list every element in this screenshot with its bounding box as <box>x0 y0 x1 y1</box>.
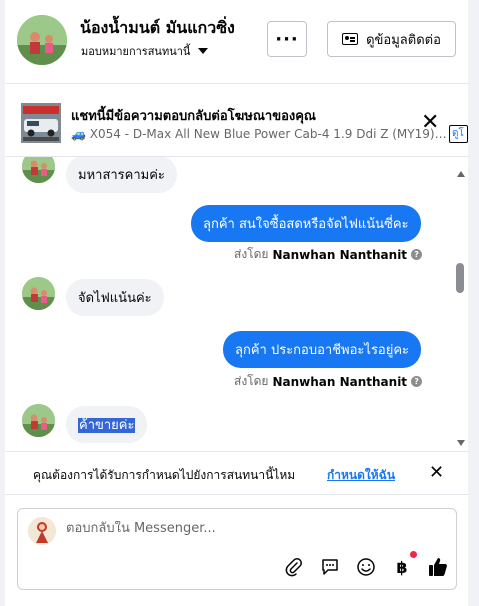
assign-prompt-text: คุณต้องการได้รับการกำหนดไปยังการสนทนานี้… <box>33 468 296 482</box>
caret-down-icon <box>198 48 209 54</box>
ad-view-button[interactable]: ดูโ <box>449 125 468 143</box>
saved-reply-icon[interactable] <box>318 555 342 579</box>
contact-card-icon <box>342 33 359 45</box>
ad-banner-subtitle[interactable]: 🚙 X054 - D-Max All New Blue Power Cab-4 … <box>71 127 447 141</box>
contact-avatar-small <box>22 277 55 310</box>
help-icon[interactable]: ? <box>411 249 423 260</box>
reply-input[interactable] <box>66 521 446 536</box>
notification-dot <box>410 551 417 558</box>
sent-by-name: Nanwhan Nanthanit <box>272 374 408 389</box>
ad-banner-title: แชทนี้มีข้อความตอบกลับต่อโฆษณาของคุณ <box>71 109 316 124</box>
page-avatar <box>28 517 56 545</box>
thumbs-up-icon[interactable] <box>426 555 450 579</box>
reply-composer: ฿ <box>17 508 457 590</box>
help-icon[interactable]: ? <box>411 376 423 387</box>
view-contact-info-button[interactable]: ดูข้อมูลติดต่อ <box>327 21 456 57</box>
sent-by-label: ส่งโดย Nanwhan Nanthanit ? <box>234 245 423 264</box>
incoming-message: มหาสารคามค่ะ <box>66 157 177 193</box>
outgoing-message: ลุกค้า สนใจซื้อสดหรือจัดไฟแน้นซี่คะ <box>191 205 421 242</box>
close-icon[interactable]: ✕ <box>429 462 444 483</box>
more-options-button[interactable]: ··· <box>267 21 307 57</box>
sent-by-prefix: ส่งโดย <box>234 247 269 261</box>
page-background-strip <box>468 0 479 606</box>
message-scrollbar[interactable] <box>455 163 467 448</box>
conversation-header: น้องน้ำมนต์ มันแกวซิ่ง มอบหมายการสนทนานี… <box>5 0 468 84</box>
scroll-down-icon[interactable] <box>457 440 465 446</box>
sent-by-label: ส่งโดย Nanwhan Nanthanit ? <box>234 372 423 391</box>
contact-avatar[interactable] <box>17 15 67 65</box>
incoming-message: จัดไฟแน้นค่ะ <box>66 279 164 316</box>
scroll-up-icon[interactable] <box>457 171 465 177</box>
message-list[interactable]: มหาสารคามค่ะ ลุกค้า สนใจซื้อสดหรือจัดไฟแ… <box>5 157 468 450</box>
sent-by-name: Nanwhan Nanthanit <box>272 247 408 262</box>
close-icon[interactable]: ✕ <box>421 112 439 134</box>
paperclip-icon[interactable] <box>282 555 306 579</box>
contact-avatar-small <box>22 157 55 183</box>
contact-name: น้องน้ำมนต์ มันแกวซิ่ง <box>80 18 235 37</box>
assign-label: มอบหมายการสนทนานี้ <box>81 45 191 58</box>
incoming-message: ค้าขายค่ะ <box>66 406 148 443</box>
ad-thumbnail[interactable] <box>21 103 61 143</box>
emoji-icon[interactable] <box>354 555 378 579</box>
scrollbar-thumb[interactable] <box>456 263 464 293</box>
assign-conversation-dropdown[interactable]: มอบหมายการสนทนานี้ <box>81 42 209 60</box>
selected-text: ค้าขายค่ะ <box>78 418 136 433</box>
contact-avatar-small <box>22 404 55 437</box>
baht-payment-icon[interactable]: ฿ <box>390 551 417 579</box>
view-contact-info-label: ดูข้อมูลติดต่อ <box>366 32 441 48</box>
assign-prompt-bar: คุณต้องการได้รับการกำหนดไปยังการสนทนานี้… <box>5 451 468 495</box>
sent-by-prefix: ส่งโดย <box>234 374 269 388</box>
outgoing-message: ลุกค้า ประกอบอาชีพอะไรอยู่คะ <box>223 331 422 368</box>
ad-reply-banner: แชทนี้มีข้อความตอบกลับต่อโฆษณาของคุณ 🚙 X… <box>5 85 468 157</box>
assign-to-me-link[interactable]: กำหนดให้ฉัน <box>327 466 395 485</box>
conversation-panel: น้องน้ำมนต์ มันแกวซิ่ง มอบหมายการสนทนานี… <box>5 0 468 606</box>
